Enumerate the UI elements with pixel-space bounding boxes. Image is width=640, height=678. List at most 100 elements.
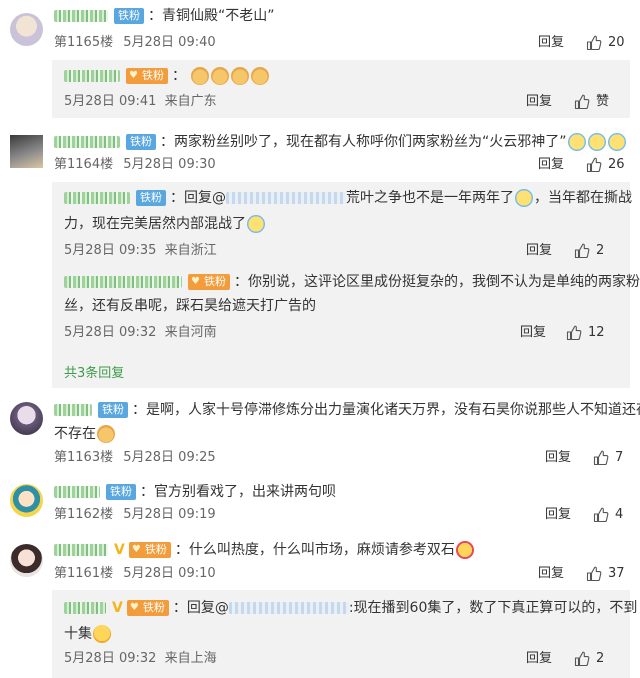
mention-link[interactable] (228, 602, 349, 614)
comment-1164: 铁粉 ：两家粉丝别吵了，现在都有人称呼你们两家粉丝为“火云邪神了” 第1164楼 … (0, 124, 640, 392)
timestamp: 5月28日 09:32 (64, 325, 157, 340)
fan-badge: 铁粉 (188, 274, 230, 290)
comment-meta: 第1165楼 5月28日 09:40 (54, 34, 216, 52)
like-count: 37 (608, 566, 625, 581)
timestamp: 5月28日 09:30 (123, 157, 216, 172)
like-button[interactable]: 20 (586, 34, 625, 52)
avatar[interactable] (10, 402, 43, 435)
fan-badge: 铁粉 (126, 600, 169, 616)
location: 来自广东 (164, 94, 217, 109)
floor-number: 第1164楼 (54, 157, 114, 172)
laugh-cry-emoji-icon (515, 189, 533, 207)
avatar[interactable] (10, 544, 43, 577)
thumbs-up-icon (593, 507, 609, 523)
comment-1162: 铁粉 ：官方别看戏了，出来讲两句呗 第1162楼 5月28日 09:19 回复 4 (0, 478, 640, 534)
comment-text: 什么叫热度，什么叫市场，麻烦请参考双石 (188, 542, 455, 558)
like-count: 4 (615, 507, 624, 522)
more-replies-link[interactable]: 共3条回复 (64, 362, 124, 381)
fan-badge: 铁粉 (126, 134, 156, 150)
comment-1163: 铁粉 ：是啊，人家十号停滞修炼分出力量演化诸天万界，没有石昊你说那些人不知道还存 … (0, 394, 640, 474)
reply-line: V铁粉：回复@:现在播到60集了，数了下真正算可以的，不到 (64, 598, 637, 618)
like-count: 7 (615, 450, 624, 465)
v-badge-icon: V (114, 542, 125, 558)
comment-1165: 铁粉：青铜仙殿“不老山” 第1165楼 5月28日 09:40 回复 20 铁粉… (0, 0, 640, 120)
avatar[interactable] (10, 135, 43, 168)
like-button[interactable]: 7 (593, 449, 623, 467)
thumbs-up-icon (566, 325, 582, 341)
dog-emoji-icon (251, 67, 270, 85)
reply-button[interactable]: 回复 (526, 650, 552, 668)
reply-meta: 5月28日 09:41 来自广东 (64, 93, 217, 111)
reply-button[interactable]: 回复 (538, 565, 564, 583)
avatar[interactable] (10, 484, 43, 517)
like-count: 26 (608, 157, 625, 172)
dog-emoji-icon (97, 425, 115, 443)
sweat-emoji-icon (93, 625, 111, 643)
thumbs-up-icon (593, 450, 609, 466)
comment-line: 铁粉 ：是啊，人家十号停滞修炼分出力量演化诸天万界，没有石昊你说那些人不知道还存 (54, 400, 640, 420)
floor-number: 第1163楼 (54, 450, 114, 465)
reply-line: 十集 (64, 624, 112, 644)
timestamp: 5月28日 09:19 (123, 507, 216, 522)
laugh-cry-emoji-icon (607, 133, 626, 151)
thumbs-up-icon (574, 243, 590, 259)
username[interactable] (54, 544, 108, 556)
v-badge-icon: V (112, 600, 123, 616)
reply-button[interactable]: 回复 (526, 242, 552, 260)
comment-meta: 第1163楼 5月28日 09:25 (54, 449, 216, 467)
comment-line: 铁粉 ：两家粉丝别吵了，现在都有人称呼你们两家粉丝为“火云邪神了” (54, 132, 627, 152)
timestamp: 5月28日 09:35 (64, 243, 157, 258)
reply-username[interactable] (64, 70, 120, 82)
reply-button[interactable]: 回复 (538, 156, 564, 174)
fan-badge: 铁粉 (98, 402, 128, 418)
location: 来自浙江 (164, 243, 217, 258)
thumbs-up-icon (574, 651, 590, 667)
reply-line: 丝，还有反串呢，踩石昊给遮天打广告的 (64, 298, 316, 314)
username[interactable] (54, 136, 120, 148)
like-button[interactable]: 2 (574, 242, 604, 260)
laugh-cry-emoji-icon (567, 133, 586, 151)
timestamp: 5月28日 09:32 (64, 651, 157, 666)
like-button[interactable]: 26 (586, 156, 625, 174)
username[interactable] (54, 486, 100, 498)
like-button[interactable]: 12 (566, 324, 605, 342)
thumbs-up-icon (586, 566, 602, 582)
thumbs-up-icon (586, 157, 602, 173)
reply-box: 铁粉 ：回复@ 荒叶之争也不是一年两年了 ，当年都在撕战 力，现在完美居然内部混战了 … (52, 182, 640, 388)
timestamp: 5月28日 09:10 (123, 566, 216, 581)
mention-link[interactable] (226, 192, 346, 204)
comment-text: 青铜仙殿“不老山” (162, 8, 275, 24)
laugh-cry-emoji-icon (247, 215, 265, 233)
like-count: 20 (608, 35, 625, 50)
reply-button[interactable]: 回复 (520, 324, 546, 342)
reply-button[interactable]: 回复 (538, 34, 564, 52)
like-button[interactable]: 37 (586, 565, 625, 583)
reply-meta: 5月28日 09:32 来自河南 (64, 324, 217, 342)
floor-number: 第1162楼 (54, 507, 114, 522)
floor-number: 第1165楼 (54, 35, 114, 50)
username[interactable] (54, 10, 108, 22)
reply-button[interactable]: 回复 (545, 449, 571, 467)
timestamp: 5月28日 09:41 (64, 94, 157, 109)
username[interactable] (54, 404, 92, 416)
reply-username[interactable] (64, 602, 106, 614)
comment-text: 两家粉丝别吵了，现在都有人称呼你们两家粉丝为“火云邪神了” (174, 134, 567, 150)
location: 来自上海 (164, 651, 217, 666)
timestamp: 5月28日 09:25 (123, 450, 216, 465)
comment-meta: 第1161楼 5月28日 09:10 (54, 565, 216, 583)
fan-badge: 铁粉 (136, 190, 166, 206)
reply-username[interactable] (64, 192, 130, 204)
comment-1161: V铁粉：什么叫热度，什么叫市场，麻烦请参考双石 第1161楼 5月28日 09:… (0, 536, 640, 678)
fan-badge: 铁粉 (106, 484, 136, 500)
fan-badge: 铁粉 (128, 542, 171, 558)
like-button[interactable]: 2 (574, 650, 604, 668)
comment-line: 铁粉 ：青铜仙殿“不老山” (54, 6, 275, 26)
reply-username[interactable] (64, 276, 182, 288)
reply-box: 铁粉： 5月28日 09:41 来自广东 回复 赞 (52, 60, 630, 118)
like-button[interactable]: 赞 (574, 93, 609, 111)
like-button[interactable]: 4 (593, 506, 623, 524)
reply-button[interactable]: 回复 (545, 506, 571, 524)
avatar[interactable] (10, 13, 43, 46)
comment-meta: 第1164楼 5月28日 09:30 (54, 156, 216, 174)
reply-button[interactable]: 回复 (526, 93, 552, 111)
